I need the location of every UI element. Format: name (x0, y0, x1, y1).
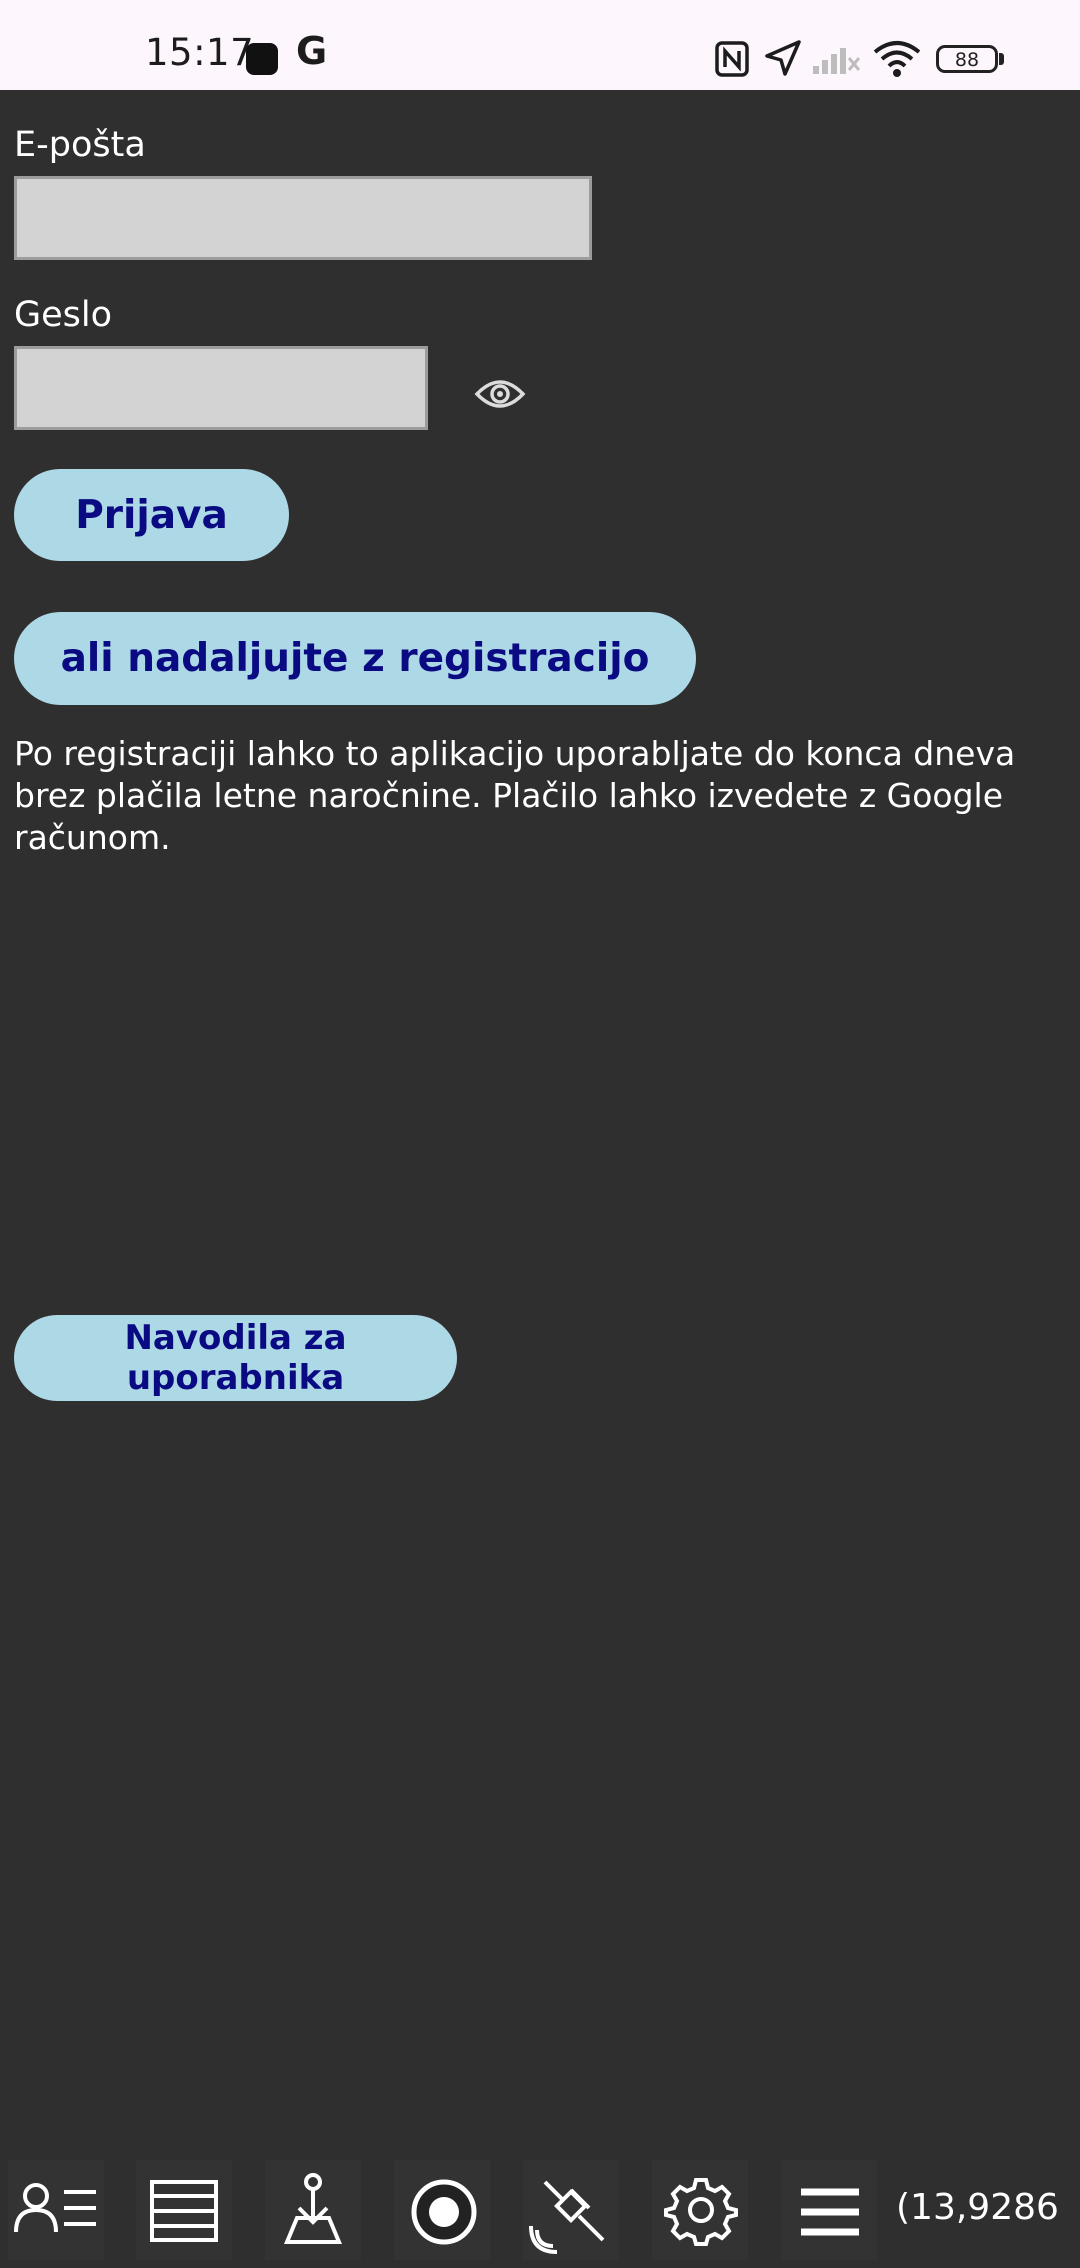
user-manual-button[interactable]: Navodila za uporabnika (14, 1315, 457, 1401)
location-icon (765, 40, 801, 76)
cellular-signal-icon (813, 48, 861, 74)
login-button[interactable]: Prijava (14, 469, 289, 561)
toolbar-record-button[interactable] (394, 2160, 490, 2260)
password-label: Geslo (14, 295, 113, 335)
password-field[interactable] (14, 346, 428, 430)
status-bar: 15:17 G 88 (0, 0, 1080, 90)
battery-tip (999, 53, 1004, 65)
toolbar-layers-button[interactable] (136, 2160, 232, 2260)
notification-app-icon (246, 43, 278, 75)
google-notification-icon: G (296, 29, 328, 73)
registration-info-text: Po registraciji lahko to aplikacijo upor… (14, 734, 1016, 857)
battery-level: 88 (954, 49, 980, 71)
record-icon (411, 2179, 477, 2245)
survey-point-icon (284, 2173, 342, 2244)
coordinate-readout: (13,9286 (896, 2187, 1059, 2228)
user-list-icon (14, 2183, 96, 2233)
battery-icon: 88 (936, 45, 998, 73)
email-label: E-pošta (14, 125, 146, 165)
menu-icon (801, 2188, 859, 2236)
settings-icon (664, 2178, 738, 2246)
show-password-eye-icon[interactable] (474, 374, 526, 414)
toolbar-satellite-button[interactable] (523, 2160, 619, 2260)
email-field[interactable] (14, 176, 592, 260)
status-time: 15:17 (145, 31, 255, 74)
wifi-icon (873, 41, 921, 77)
nfc-icon (715, 41, 749, 77)
toolbar-settings-button[interactable] (652, 2160, 748, 2260)
toolbar-survey-point-button[interactable] (265, 2160, 361, 2260)
toolbar-menu-button[interactable] (781, 2160, 877, 2260)
layers-icon (150, 2180, 218, 2242)
satellite-icon (529, 2180, 605, 2254)
register-button[interactable]: ali nadaljujte z registracijo (14, 612, 696, 705)
toolbar-user-list-button[interactable] (8, 2160, 104, 2260)
